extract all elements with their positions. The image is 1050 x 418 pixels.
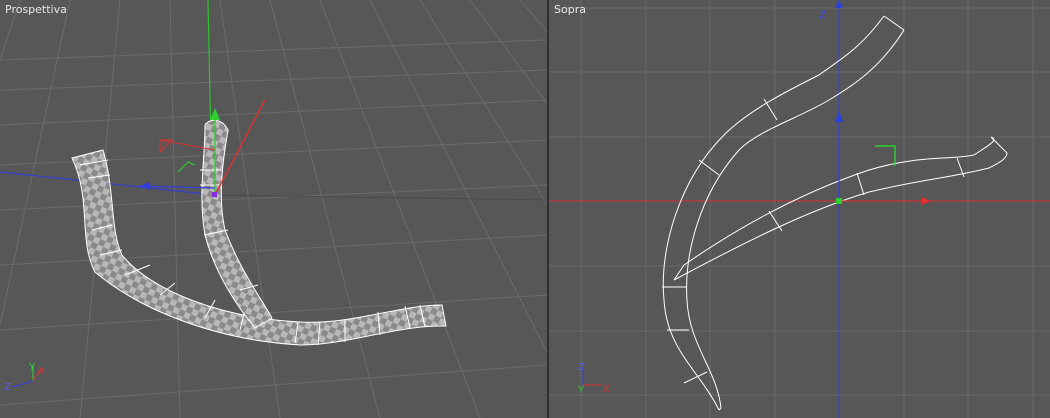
object-gizmo-top[interactable] xyxy=(835,110,931,205)
right-track-outline[interactable] xyxy=(673,136,1008,281)
left-track-outline[interactable] xyxy=(662,15,905,411)
corner-axis-indicator: Z Y X xyxy=(577,362,610,396)
top-canvas[interactable]: Z Z Y X xyxy=(549,0,1050,418)
z-top-label: Z xyxy=(819,10,826,21)
axis-x-label: X xyxy=(38,366,45,377)
axis-y-label: Y xyxy=(577,385,585,396)
axis-y-label: Y xyxy=(28,362,36,373)
perspective-viewport[interactable]: Prospettiva Y Z X xyxy=(0,0,547,418)
top-viewport[interactable]: Sopra Z Z Y X xyxy=(549,0,1050,418)
right-track[interactable] xyxy=(200,119,273,329)
corner-axis-indicator: Y Z X xyxy=(4,362,45,393)
perspective-canvas[interactable]: Y Z X xyxy=(0,0,547,418)
perspective-grid xyxy=(0,0,547,418)
axis-z-label: Z xyxy=(578,362,585,373)
top-grid xyxy=(549,0,1050,418)
viewport-title[interactable]: Prospettiva xyxy=(5,3,67,16)
axis-z-label: Z xyxy=(4,382,11,393)
viewport-title[interactable]: Sopra xyxy=(554,3,586,16)
axis-x-label: X xyxy=(603,384,610,395)
z-axis-arrow-top xyxy=(835,0,843,8)
